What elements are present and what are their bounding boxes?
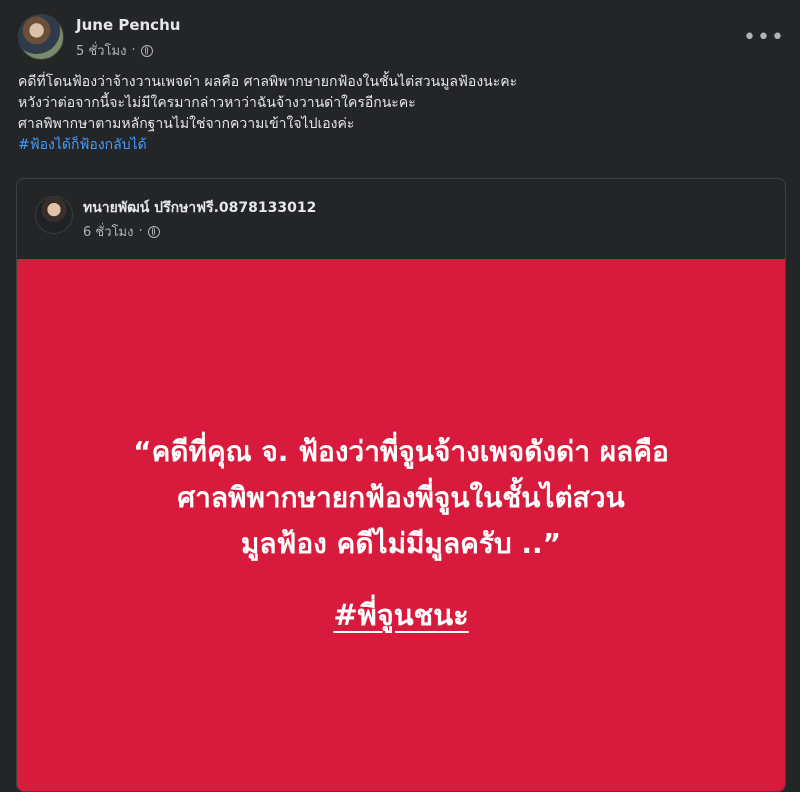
- quote-hashtag: #พี่จูนชนะ: [333, 598, 469, 632]
- quote-line: “คดีที่คุณ จ. ฟ้องว่าพี่จูนจ้างเพจดังด่า…: [133, 435, 669, 468]
- quote-line: ศาลพิพากษายกฟ้องพี่จูนในชั้นไต่สวน: [177, 481, 625, 514]
- quote-text: “คดีที่คุณ จ. ฟ้องว่าพี่จูนจ้างเพจดังด่า…: [47, 429, 755, 567]
- post-text-line: หวังว่าต่อจากนี้จะไม่มีใครมากล่าวหาว่าฉั…: [18, 95, 416, 111]
- quote-image[interactable]: “คดีที่คุณ จ. ฟ้องว่าพี่จูนจ้างเพจดังด่า…: [17, 259, 785, 791]
- post-timestamp[interactable]: 5 ชั่วโมง: [76, 40, 126, 61]
- shared-post-header: ทนายพัฒน์ ปรึกษาฟรี.0878133012 6 ชั่วโมง…: [17, 179, 785, 259]
- globe-icon[interactable]: [140, 44, 153, 57]
- post-meta: 5 ชั่วโมง ·: [76, 40, 153, 61]
- more-horizontal-icon: •••: [743, 25, 785, 50]
- shared-post-timestamp[interactable]: 6 ชั่วโมง: [83, 221, 133, 242]
- quote-line: มูลฟ้อง คดีไม่มีมูลครับ ..”: [240, 527, 562, 560]
- more-options-button[interactable]: •••: [743, 20, 785, 56]
- globe-icon[interactable]: [147, 225, 160, 238]
- post-text: คดีที่โดนฟ้องว่าจ้างวานเพจด่า ผลคือ ศาลพ…: [18, 72, 782, 156]
- shared-post-meta: 6 ชั่วโมง ·: [83, 221, 160, 242]
- post-header: June Penchu 5 ชั่วโมง · •••: [18, 12, 785, 62]
- author-name[interactable]: June Penchu: [76, 16, 180, 34]
- shared-post-card[interactable]: ทนายพัฒน์ ปรึกษาฟรี.0878133012 6 ชั่วโมง…: [16, 178, 786, 792]
- meta-separator: ·: [131, 43, 136, 58]
- hashtag-link[interactable]: #ฟ้องได้ก็ฟ้องกลับได้: [18, 137, 147, 153]
- author-avatar[interactable]: [18, 14, 64, 60]
- meta-separator: ·: [138, 224, 143, 239]
- shared-author-avatar[interactable]: [35, 196, 73, 234]
- post-text-line: คดีที่โดนฟ้องว่าจ้างวานเพจด่า ผลคือ ศาลพ…: [18, 74, 518, 90]
- post-text-line: ศาลพิพากษาตามหลักฐานไม่ใช่จากความเข้าใจไ…: [18, 116, 355, 132]
- shared-author-name[interactable]: ทนายพัฒน์ ปรึกษาฟรี.0878133012: [83, 197, 316, 219]
